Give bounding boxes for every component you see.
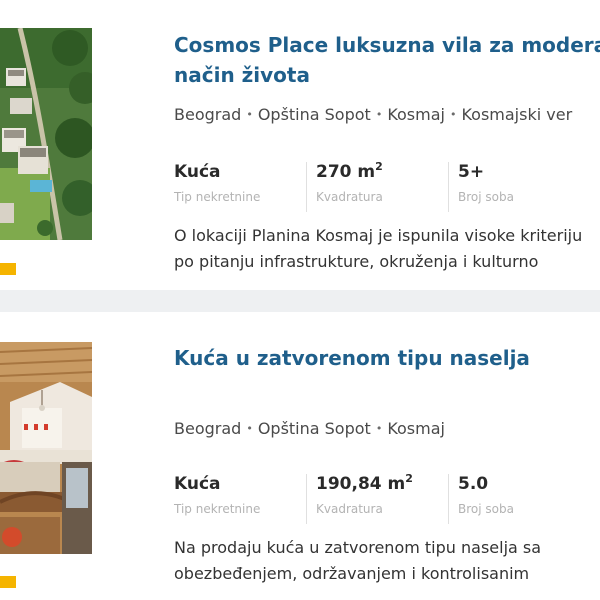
stat-value: Kuća — [174, 474, 221, 494]
stat-divider — [306, 162, 307, 212]
title-line: Cosmos Place luksuzna vila za modera — [174, 33, 600, 57]
listing-card[interactable]: Cosmos Place luksuzna vila za modera nač… — [0, 0, 600, 290]
stat-value: 5+ — [458, 162, 485, 182]
stat-divider — [306, 474, 307, 524]
stat-label: Broj soba — [458, 190, 514, 204]
area-unit-exponent: 2 — [375, 160, 383, 173]
listing-photo-interior[interactable] — [0, 342, 92, 554]
listing-title[interactable]: Kuća u zatvorenom tipu naselja — [174, 343, 600, 373]
listing-results-page: Cosmos Place luksuzna vila za modera nač… — [0, 0, 600, 600]
stat-property-type: Kuća Tip nekretnine — [174, 472, 260, 524]
stat-value: 5.0 — [458, 474, 489, 494]
listing-description: Na prodaju kuća u zatvorenom tipu naselj… — [174, 535, 600, 587]
title-line: Kuća u zatvorenom tipu naselja — [174, 346, 530, 370]
location-separator: • — [246, 108, 253, 121]
description-line: Na prodaju kuća u zatvorenom tipu naselj… — [174, 538, 542, 557]
location-separator: • — [246, 422, 253, 435]
description-line: po pitanju infrastrukture, okruženja i k… — [174, 252, 539, 271]
description-line: obezbeđenjem, održavanjem i kontrolisani… — [174, 564, 530, 583]
stat-value: Kuća — [174, 162, 221, 182]
stat-label: Broj soba — [458, 502, 514, 516]
stat-rooms: 5.0 Broj soba — [458, 472, 514, 524]
stat-area: 190,84 m2 Kvadratura — [316, 472, 413, 524]
stat-value: 270 m2 — [316, 160, 383, 184]
interior-living-room-image — [0, 342, 92, 554]
listing-separator — [0, 290, 600, 312]
location-municipality[interactable]: Opština Sopot — [258, 105, 371, 124]
stat-divider — [448, 474, 449, 524]
listing-description: O lokaciji Planina Kosmaj je ispunila vi… — [174, 223, 600, 275]
stat-rooms: 5+ Broj soba — [458, 160, 514, 212]
title-line: način života — [174, 63, 310, 87]
description-line: O lokaciji Planina Kosmaj je ispunila vi… — [174, 226, 583, 245]
featured-tag — [0, 576, 16, 588]
location-separator: • — [375, 422, 383, 435]
stat-value: 190,84 m2 — [316, 472, 413, 496]
location-breadcrumb: Beograd • Opština Sopot • Kosmaj • Kosmajski v… — [174, 104, 572, 126]
stat-label: Tip nekretnine — [174, 502, 261, 516]
location-separator: • — [375, 108, 383, 121]
location-separator: • — [449, 108, 457, 121]
location-area[interactable]: Kosmaj — [387, 419, 445, 438]
location-city[interactable]: Beograd — [174, 105, 241, 124]
listing-photo-aerial-villa[interactable] — [0, 28, 92, 240]
location-area[interactable]: Kosmaj — [387, 105, 445, 124]
stat-divider — [448, 162, 449, 212]
stat-label: Kvadratura — [316, 190, 383, 204]
location-city[interactable]: Beograd — [174, 419, 241, 438]
location-breadcrumb: Beograd • Opština Sopot • Kosmaj — [174, 418, 445, 440]
area-value: 190,84 m — [316, 474, 406, 494]
area-value: 270 m — [316, 162, 376, 182]
area-unit-exponent: 2 — [405, 472, 413, 485]
location-subarea[interactable]: Kosmajski ver — [461, 105, 572, 124]
location-municipality[interactable]: Opština Sopot — [258, 419, 371, 438]
featured-tag — [0, 263, 16, 275]
listing-card[interactable]: Kuća u zatvorenom tipu naselja Beograd • O… — [0, 312, 600, 600]
listing-title[interactable]: Cosmos Place luksuzna vila za modera nač… — [174, 30, 600, 90]
stat-label: Tip nekretnine — [174, 190, 261, 204]
aerial-villa-image — [0, 28, 92, 240]
stat-property-type: Kuća Tip nekretnine — [174, 160, 260, 212]
stat-area: 270 m2 Kvadratura — [316, 160, 383, 212]
stat-label: Kvadratura — [316, 502, 383, 516]
